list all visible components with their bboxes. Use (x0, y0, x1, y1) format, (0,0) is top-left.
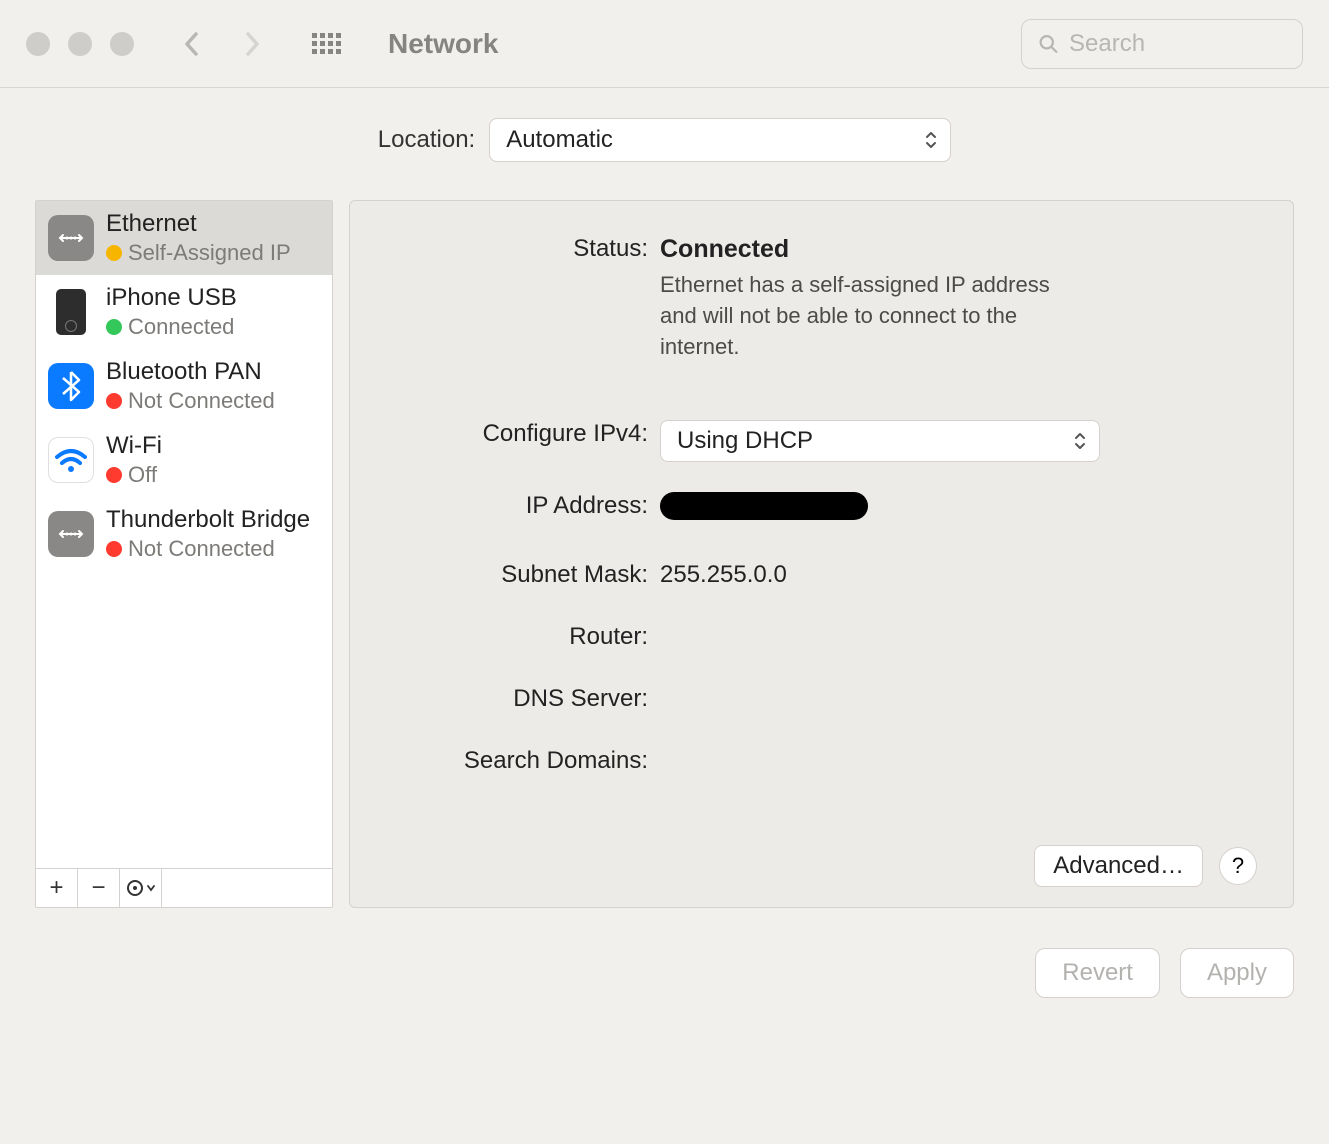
router-row: Router: (386, 619, 1257, 651)
sidebar: Ethernet Self-Assigned IP iPhone USB Co (35, 200, 333, 908)
status-indicator (106, 541, 122, 557)
service-name: Wi-Fi (106, 432, 162, 461)
revert-button[interactable]: Revert (1035, 948, 1160, 998)
service-status: Self-Assigned IP (128, 240, 291, 266)
chevron-down-icon (146, 884, 156, 892)
subnet-mask-value: 255.255.0.0 (660, 557, 1257, 589)
minimize-window-button[interactable] (68, 32, 92, 56)
location-label: Location: (378, 126, 475, 154)
updown-arrows-icon (924, 131, 938, 149)
nav-arrows (182, 30, 262, 58)
status-indicator (106, 467, 122, 483)
service-actions-button[interactable] (120, 869, 162, 907)
router-label: Router: (386, 619, 660, 651)
detail-footer: Advanced… ? (386, 845, 1257, 887)
service-status: Connected (128, 314, 234, 340)
detail-panel: Status: Connected Ethernet has a self-as… (349, 200, 1294, 908)
configure-row: Configure IPv4: Using DHCP (386, 416, 1257, 462)
dns-server-label: DNS Server: (386, 681, 660, 713)
back-button[interactable] (182, 30, 202, 58)
bottom-buttons: Revert Apply (0, 908, 1329, 998)
close-window-button[interactable] (26, 32, 50, 56)
ip-address-label: IP Address: (386, 488, 660, 520)
content: Ethernet Self-Assigned IP iPhone USB Co (0, 200, 1329, 908)
status-row: Status: Connected Ethernet has a self-as… (386, 231, 1257, 362)
help-button[interactable]: ? (1219, 847, 1257, 885)
forward-button[interactable] (242, 30, 262, 58)
show-all-button[interactable] (312, 33, 342, 55)
sidebar-item-wifi[interactable]: Wi-Fi Off (36, 423, 332, 497)
apply-button[interactable]: Apply (1180, 948, 1294, 998)
add-service-button[interactable]: + (36, 869, 78, 907)
search-domains-value (660, 743, 1257, 747)
bluetooth-icon (48, 363, 94, 409)
iphone-icon (48, 289, 94, 335)
search-domains-label: Search Domains: (386, 743, 660, 775)
sidebar-footer: + − (36, 868, 332, 907)
sidebar-item-ethernet[interactable]: Ethernet Self-Assigned IP (36, 201, 332, 275)
service-status: Not Connected (128, 388, 275, 414)
service-status: Off (128, 462, 157, 488)
titlebar: Network (0, 0, 1329, 88)
service-status: Not Connected (128, 536, 275, 562)
thunderbolt-icon (48, 511, 94, 557)
service-name: Bluetooth PAN (106, 358, 275, 387)
status-indicator (106, 245, 122, 261)
configure-value: Using DHCP (677, 427, 813, 455)
advanced-button[interactable]: Advanced… (1034, 845, 1203, 887)
service-name: iPhone USB (106, 284, 237, 313)
subnet-mask-label: Subnet Mask: (386, 557, 660, 589)
sidebar-item-iphone-usb[interactable]: iPhone USB Connected (36, 275, 332, 349)
sidebar-item-thunderbolt-bridge[interactable]: Thunderbolt Bridge Not Connected (36, 497, 332, 571)
dns-server-row: DNS Server: (386, 681, 1257, 713)
ip-address-value-redacted (660, 492, 868, 520)
search-input[interactable] (1069, 30, 1286, 58)
ethernet-icon (48, 215, 94, 261)
remove-service-button[interactable]: − (78, 869, 120, 907)
configure-ipv4-select[interactable]: Using DHCP (660, 420, 1100, 462)
wifi-icon (48, 437, 94, 483)
search-domains-row: Search Domains: (386, 743, 1257, 775)
location-select[interactable]: Automatic (489, 118, 951, 162)
traffic-lights (26, 32, 134, 56)
subnet-mask-row: Subnet Mask: 255.255.0.0 (386, 557, 1257, 589)
status-value: Connected (660, 235, 1257, 264)
status-indicator (106, 393, 122, 409)
status-indicator (106, 319, 122, 335)
configure-label: Configure IPv4: (386, 416, 660, 448)
search-box[interactable] (1021, 19, 1303, 69)
dns-server-value (660, 681, 1257, 685)
sidebar-item-bluetooth-pan[interactable]: Bluetooth PAN Not Connected (36, 349, 332, 423)
updown-arrows-icon (1073, 432, 1087, 450)
status-description: Ethernet has a self-assigned IP address … (660, 270, 1080, 362)
gear-icon (126, 879, 144, 897)
status-label: Status: (386, 231, 660, 263)
location-bar: Location: Automatic (0, 88, 1329, 200)
service-name: Thunderbolt Bridge (106, 506, 310, 535)
search-icon (1038, 32, 1059, 56)
maximize-window-button[interactable] (110, 32, 134, 56)
location-value: Automatic (506, 126, 613, 154)
window-title: Network (388, 28, 498, 60)
router-value (660, 619, 1257, 623)
service-name: Ethernet (106, 210, 291, 239)
sidebar-items: Ethernet Self-Assigned IP iPhone USB Co (36, 201, 332, 868)
ip-address-row: IP Address: (386, 488, 1257, 527)
